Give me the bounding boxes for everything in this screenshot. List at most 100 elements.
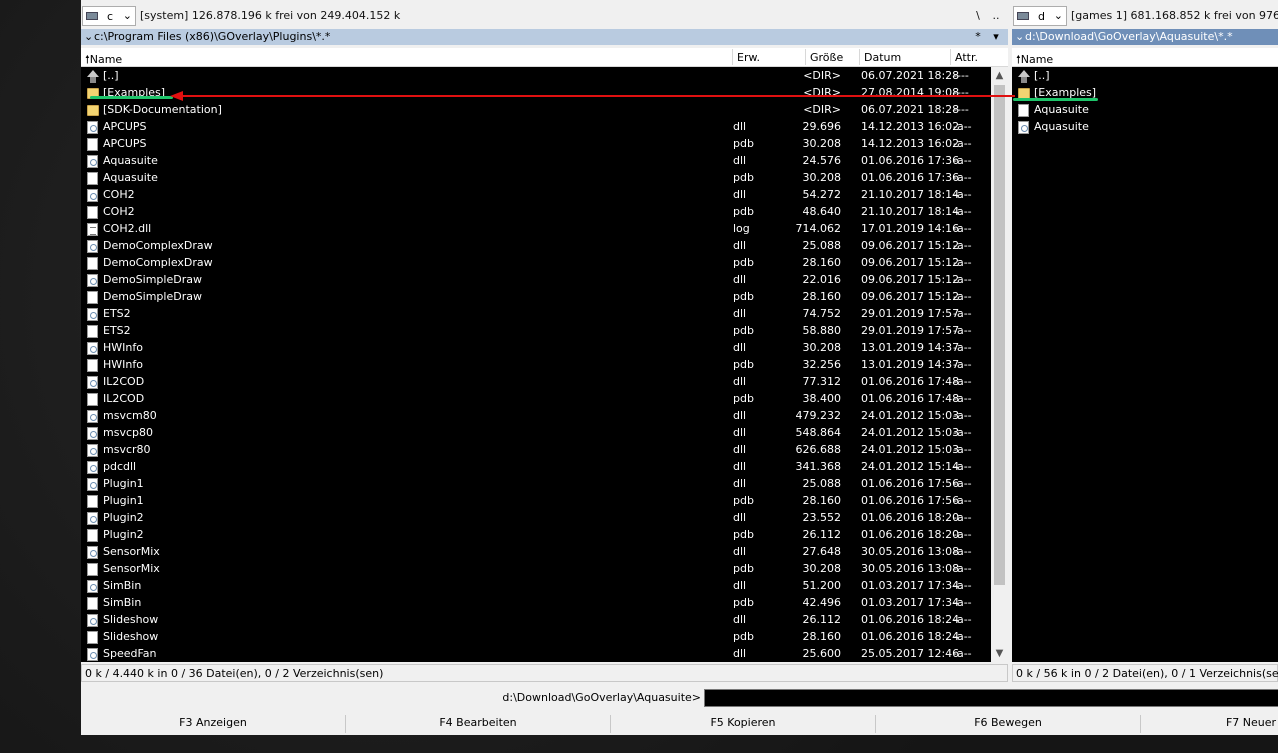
file-icon xyxy=(87,597,98,610)
file-ext: dll xyxy=(733,409,747,422)
left-path-bar[interactable]: ⌄ c:\Program Files (x86)\GOverlay\Plugin… xyxy=(81,29,1008,45)
history-dropdown-button[interactable]: ▾ xyxy=(988,29,1004,45)
file-row[interactable]: SensorMix pdb 30.208 30.05.2016 13:08 -a-- xyxy=(81,561,991,578)
file-ext: pdb xyxy=(733,596,754,609)
file-ext: dll xyxy=(733,511,747,524)
file-icon xyxy=(87,257,98,270)
file-row[interactable]: Aquasuite pdb 30.208 01.06.2016 17:36 -a-- xyxy=(81,170,991,187)
file-ext: log xyxy=(733,222,750,235)
file-row[interactable]: APCUPS pdb 30.208 14.12.2013 16:02 -a-- xyxy=(81,136,991,153)
file-attr: -a-- xyxy=(953,426,972,439)
file-row[interactable]: [..] xyxy=(1012,68,1278,85)
file-row[interactable]: Plugin2 dll 23.552 01.06.2016 18:20 -a-- xyxy=(81,510,991,527)
filter-button[interactable]: * xyxy=(970,29,986,45)
file-ext: pdb xyxy=(733,392,754,405)
file-size: 28.160 xyxy=(802,256,842,269)
file-attr: -a-- xyxy=(953,494,972,507)
file-size: 28.160 xyxy=(802,630,842,643)
left-path-text: c:\Program Files (x86)\GOverlay\Plugins\… xyxy=(94,30,331,43)
right-path-text: d:\Download\GoOverlay\Aquasuite\*.* xyxy=(1025,30,1233,43)
file-attr: -a-- xyxy=(953,409,972,422)
file-ext: dll xyxy=(733,613,747,626)
file-name: ETS2 xyxy=(103,307,131,320)
left-panel: c ⌄ [system] 126.878.196 k frei von 249.… xyxy=(81,0,1008,684)
file-row[interactable]: Plugin1 dll 25.088 01.06.2016 17:56 -a-- xyxy=(81,476,991,493)
col-ext-header[interactable]: Erw. xyxy=(737,51,760,64)
file-row[interactable]: DemoComplexDraw pdb 28.160 09.06.2017 15:12… xyxy=(81,255,991,272)
left-scrollbar[interactable]: ▲ ▼ xyxy=(991,67,1008,662)
file-row[interactable]: Aquasuite xyxy=(1012,102,1278,119)
file-date: 09.06.2017 15:12 xyxy=(861,256,960,269)
parent-dir-button[interactable]: .. xyxy=(988,7,1004,25)
f6-move-button[interactable]: F6 Bewegen xyxy=(876,716,1140,732)
f4-edit-button[interactable]: F4 Bearbeiten xyxy=(346,716,610,732)
file-icon xyxy=(87,393,98,406)
file-date: 01.06.2016 17:56 xyxy=(861,477,960,490)
left-drive-select[interactable]: c ⌄ xyxy=(82,6,136,26)
f5-copy-button[interactable]: F5 Kopieren xyxy=(611,716,875,732)
file-row[interactable]: Slideshow pdb 28.160 01.06.2016 18:24 -a-- xyxy=(81,629,991,646)
file-row[interactable]: IL2COD dll 77.312 01.06.2016 17:48 -a-- xyxy=(81,374,991,391)
file-ext: dll xyxy=(733,188,747,201)
file-row[interactable]: DemoSimpleDraw dll 22.016 09.06.2017 15:12-… xyxy=(81,272,991,289)
file-row[interactable]: Plugin2 pdb 26.112 01.06.2016 18:20 -a-- xyxy=(81,527,991,544)
file-size: 548.864 xyxy=(795,426,842,439)
scroll-down-icon[interactable]: ▼ xyxy=(991,645,1008,662)
file-row[interactable]: msvcp80 dll 548.864 24.01.2012 15:03 -a-- xyxy=(81,425,991,442)
file-ext: dll xyxy=(733,154,747,167)
file-row[interactable]: msvcr80 dll 626.688 24.01.2012 15:03 -a-- xyxy=(81,442,991,459)
file-attr: -a-- xyxy=(953,562,972,575)
file-row[interactable]: HWInfo dll 30.208 13.01.2019 14:37 -a-- xyxy=(81,340,991,357)
command-line-input[interactable] xyxy=(704,689,1278,707)
right-path-bar[interactable]: ⌄ d:\Download\GoOverlay\Aquasuite\*.* xyxy=(1012,29,1278,45)
col-size-header[interactable]: Größe xyxy=(810,51,843,64)
file-icon xyxy=(87,359,98,372)
file-row[interactable]: DemoSimpleDraw pdb 28.160 09.06.2017 15:12-… xyxy=(81,289,991,306)
file-row[interactable]: Aquasuite dll 24.576 01.06.2016 17:36 -a-- xyxy=(81,153,991,170)
col-attr-header[interactable]: Attr. xyxy=(955,51,978,64)
file-row[interactable]: SpeedFan dll 25.600 25.05.2017 12:46 -a-- xyxy=(81,646,991,662)
file-size: 27.648 xyxy=(802,545,842,558)
left-file-list[interactable]: [..] <DIR> 06.07.2021 18:28 ---- [Examples] <… xyxy=(81,67,991,662)
file-name: msvcm80 xyxy=(103,409,157,422)
col-date-header[interactable]: Datum xyxy=(864,51,901,64)
file-row[interactable]: msvcm80 dll 479.232 24.01.2012 15:03 -a-- xyxy=(81,408,991,425)
f7-new-folder-button[interactable]: F7 Neuer xyxy=(1221,716,1278,732)
file-row[interactable]: HWInfo pdb 32.256 13.01.2019 14:37 -a-- xyxy=(81,357,991,374)
file-row[interactable]: COH2 dll 54.272 21.10.2017 18:14 -a-- xyxy=(81,187,991,204)
file-row[interactable]: Slideshow dll 26.112 01.06.2016 18:24 -a-- xyxy=(81,612,991,629)
file-row[interactable]: APCUPS dll 29.696 14.12.2013 16:02 -a-- xyxy=(81,119,991,136)
file-size: 30.208 xyxy=(802,562,842,575)
file-icon xyxy=(87,563,98,576)
file-row[interactable]: SimBin dll 51.200 01.03.2017 17:34 -a-- xyxy=(81,578,991,595)
right-drive-bar: d ⌄ [games 1] 681.168.852 k frei von 976… xyxy=(1012,5,1278,27)
file-attr: -a-- xyxy=(953,358,972,371)
file-attr: -a-- xyxy=(953,545,972,558)
file-row[interactable]: DemoComplexDraw dll 25.088 09.06.2017 15:12… xyxy=(81,238,991,255)
file-date: 06.07.2021 18:28 xyxy=(861,103,960,116)
scroll-up-icon[interactable]: ▲ xyxy=(991,67,1008,84)
file-ext: dll xyxy=(733,545,747,558)
file-row[interactable]: ETS2 pdb 58.880 29.01.2019 17:57 -a-- xyxy=(81,323,991,340)
file-attr: -a-- xyxy=(953,188,972,201)
file-row[interactable]: [SDK-Documentation] <DIR> 06.07.2021 18:28… xyxy=(81,102,991,119)
file-row[interactable]: Aquasuite xyxy=(1012,119,1278,136)
file-row[interactable]: SensorMix dll 27.648 30.05.2016 13:08 -a-- xyxy=(81,544,991,561)
file-row[interactable]: Plugin1 pdb 28.160 01.06.2016 17:56 -a-- xyxy=(81,493,991,510)
file-row[interactable]: pdcdll dll 341.368 24.01.2012 15:14 -a-- xyxy=(81,459,991,476)
file-row[interactable]: ETS2 dll 74.752 29.01.2019 17:57 -a-- xyxy=(81,306,991,323)
file-row[interactable]: COH2.dll log 714.062 17.01.2019 14:16 -a-- xyxy=(81,221,991,238)
scroll-thumb[interactable] xyxy=(994,85,1005,585)
right-drive-select[interactable]: d ⌄ xyxy=(1013,6,1067,26)
file-attr: -a-- xyxy=(953,375,972,388)
file-row[interactable]: SimBin pdb 42.496 01.03.2017 17:34 -a-- xyxy=(81,595,991,612)
root-dir-button[interactable]: \ xyxy=(970,7,986,25)
dll-icon xyxy=(87,444,98,457)
file-row[interactable]: COH2 pdb 48.640 21.10.2017 18:14 -a-- xyxy=(81,204,991,221)
file-date: 01.06.2016 17:36 xyxy=(861,154,960,167)
file-row[interactable]: IL2COD pdb 38.400 01.06.2016 17:48 -a-- xyxy=(81,391,991,408)
f3-view-button[interactable]: F3 Anzeigen xyxy=(81,716,345,732)
file-row[interactable]: [..] <DIR> 06.07.2021 18:28 ---- xyxy=(81,68,991,85)
right-file-list[interactable]: [..] [Examples] Aquasuite Aquasuite xyxy=(1012,67,1278,662)
chevron-down-icon: ⌄ xyxy=(122,9,132,22)
